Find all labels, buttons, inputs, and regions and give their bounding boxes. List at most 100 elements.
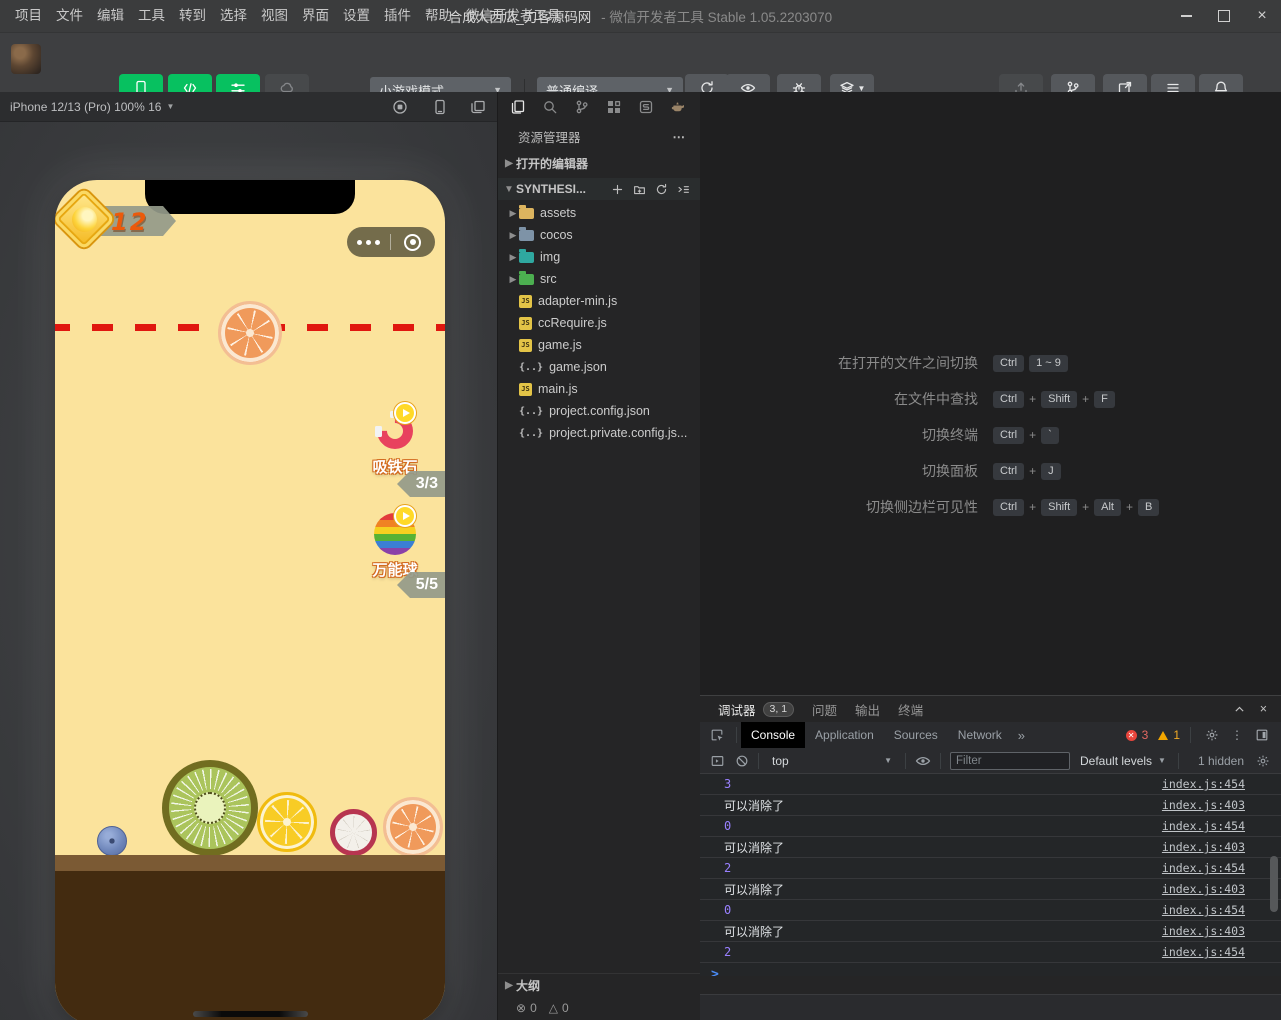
log-value: 2: [724, 945, 732, 959]
new-file-icon[interactable]: [611, 183, 624, 196]
file-row-src[interactable]: ▶ src: [498, 268, 700, 290]
file-row-project.config.json[interactable]: {..} project.config.json: [498, 400, 700, 422]
devtools-tab-Sources[interactable]: Sources: [884, 722, 948, 748]
project-section[interactable]: ▼ SYNTHESI...: [498, 178, 700, 200]
panel-tab-问题[interactable]: 问题: [812, 700, 837, 719]
log-levels-select[interactable]: Default levels ▼: [1080, 754, 1166, 768]
search-icon[interactable]: [542, 99, 558, 115]
minimize-button[interactable]: [1167, 0, 1205, 32]
fruit-kiwi[interactable]: [162, 760, 258, 856]
panel-tab-输出[interactable]: 输出: [855, 700, 880, 719]
menu-item-视图[interactable]: 视图: [254, 0, 295, 32]
file-row-game.json[interactable]: {..} game.json: [498, 356, 700, 378]
devtools-tab-Console[interactable]: Console: [741, 722, 806, 748]
tea-icon[interactable]: [670, 99, 687, 115]
powerup-万能球[interactable]: 万能球 5/5: [345, 505, 445, 598]
console-sidebar-icon: [710, 754, 725, 768]
panel-tab-调试器[interactable]: 调试器 3, 1: [718, 700, 795, 719]
close-button[interactable]: ×: [1243, 0, 1281, 32]
menu-item-选择[interactable]: 选择: [213, 0, 254, 32]
menu-item-转到[interactable]: 转到: [172, 0, 213, 32]
home-indicator: [193, 1011, 308, 1017]
maximize-button[interactable]: [1205, 0, 1243, 32]
console-scrollbar[interactable]: [1270, 856, 1278, 912]
user-avatar[interactable]: [11, 44, 41, 74]
menu-item-文件[interactable]: 文件: [49, 0, 90, 32]
key-chip: 1 ~ 9: [1029, 354, 1068, 372]
cocos-folder-icon: [519, 227, 534, 241]
open-editors-section[interactable]: ▶ 打开的编辑器: [498, 152, 700, 174]
game-ground: [55, 855, 445, 871]
console-settings-icon: [1256, 754, 1270, 768]
menu-item-项目[interactable]: 项目: [8, 0, 49, 32]
log-source-link[interactable]: index.js:454: [1162, 945, 1245, 959]
warning-badge-icon[interactable]: [1158, 730, 1169, 740]
log-source-link[interactable]: index.js:403: [1162, 840, 1245, 854]
collapse-folders-icon[interactable]: [677, 183, 690, 196]
more-tabs-icon[interactable]: »: [1012, 728, 1031, 743]
log-source-link[interactable]: index.js:403: [1162, 882, 1245, 896]
chevron-down-icon: ▼: [504, 183, 514, 195]
file-row-ccRequire.js[interactable]: JS ccRequire.js: [498, 312, 700, 334]
collapse-panel-icon[interactable]: [1233, 702, 1246, 716]
log-source-link[interactable]: index.js:403: [1162, 798, 1245, 812]
file-row-img[interactable]: ▶ img: [498, 246, 700, 268]
dock-side-icon[interactable]: [1255, 728, 1269, 742]
explorer-panel: 资源管理器 ⋯ ▶ 打开的编辑器 ▼ SYNTHESI... ▶ assets ▶ c…: [497, 92, 700, 1020]
device-selector[interactable]: iPhone 12/13 (Pro) 100% 16: [10, 100, 161, 114]
more-menu-button[interactable]: [347, 239, 390, 245]
fruit-orange[interactable]: [383, 797, 443, 857]
file-row-project.private.config.js...[interactable]: {..} project.private.config.js...: [498, 422, 700, 444]
phone-screen[interactable]: 12 吸铁石 3/3 万能球 5/5: [55, 180, 445, 1020]
devtools-tab-Application[interactable]: Application: [805, 722, 884, 748]
snippets-icon[interactable]: [638, 99, 654, 115]
fruit-blueberry[interactable]: [97, 826, 127, 856]
context-select[interactable]: top ▼: [768, 754, 896, 768]
log-source-link[interactable]: index.js:454: [1162, 861, 1245, 875]
console-log-row: 2 index.js:454: [700, 942, 1281, 963]
menu-item-编辑[interactable]: 编辑: [90, 0, 131, 32]
problems-status[interactable]: ⊗ 0 △ 0: [498, 996, 700, 1020]
log-source-link[interactable]: index.js:454: [1162, 903, 1245, 917]
clear-console-icon[interactable]: [735, 754, 749, 768]
outline-section[interactable]: ▶ 大纲: [498, 973, 700, 996]
console-filter-input[interactable]: [950, 751, 1070, 770]
panel-tab-终端[interactable]: 终端: [898, 700, 923, 719]
console-prompt[interactable]: >: [700, 963, 1281, 977]
console-sidebar-icon[interactable]: [710, 754, 725, 768]
fruit-lemon[interactable]: [257, 792, 317, 852]
dock-side-icon: [1255, 728, 1269, 742]
log-source-link[interactable]: index.js:454: [1162, 777, 1245, 791]
kebab-menu-icon[interactable]: ⋮: [1231, 728, 1243, 742]
error-badge-icon[interactable]: ✕: [1125, 729, 1137, 741]
extensions-icon[interactable]: [606, 99, 622, 115]
file-row-assets[interactable]: ▶ assets: [498, 202, 700, 224]
powerup-吸铁石[interactable]: 吸铁石 3/3: [345, 402, 445, 497]
log-value: 可以消除了: [724, 840, 785, 855]
log-source-link[interactable]: index.js:403: [1162, 924, 1245, 938]
source-control-icon[interactable]: [574, 99, 590, 115]
menu-item-工具[interactable]: 工具: [131, 0, 172, 32]
console-settings-icon[interactable]: [1256, 754, 1270, 768]
explorer-icon[interactable]: [510, 99, 526, 115]
close-panel-icon[interactable]: ×: [1260, 702, 1267, 716]
refresh-explorer-icon[interactable]: [655, 183, 668, 196]
file-row-main.js[interactable]: JS main.js: [498, 378, 700, 400]
more-actions-icon[interactable]: ⋯: [673, 129, 687, 144]
file-row-game.js[interactable]: JS game.js: [498, 334, 700, 356]
error-count: 3: [1141, 728, 1149, 742]
exit-button[interactable]: [391, 233, 434, 251]
file-row-adapter-min.js[interactable]: JS adapter-min.js: [498, 290, 700, 312]
new-folder-icon[interactable]: [633, 183, 646, 196]
log-source-link[interactable]: index.js:454: [1162, 819, 1245, 833]
menu-item-插件[interactable]: 插件: [377, 0, 418, 32]
titlebar: 项目 文件 编辑 工具 转到 选择 视图 界面 设置 插件 帮助 微信开发者工具 合成大西瓜_刀客源码…: [0, 0, 1281, 32]
devtools-tab-Network[interactable]: Network: [948, 722, 1012, 748]
menu-item-设置[interactable]: 设置: [336, 0, 377, 32]
live-expression-icon[interactable]: [915, 753, 931, 769]
file-row-cocos[interactable]: ▶ cocos: [498, 224, 700, 246]
fruit-orange[interactable]: [218, 301, 282, 365]
menu-item-界面[interactable]: 界面: [295, 0, 336, 32]
fruit-mangosteen[interactable]: [329, 808, 377, 856]
devtools-settings-icon[interactable]: [1205, 728, 1219, 742]
